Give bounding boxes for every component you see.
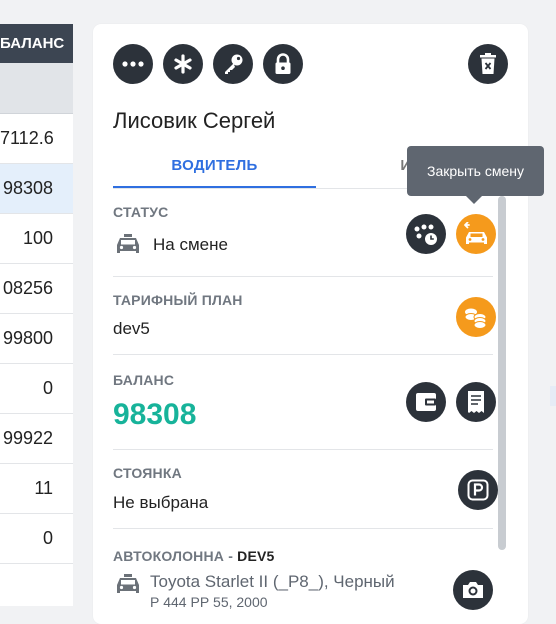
delete-driver-button[interactable] — [468, 44, 508, 84]
car-photo-button[interactable] — [453, 570, 493, 610]
more-dots-icon — [122, 61, 144, 67]
change-tariff-button[interactable] — [456, 297, 496, 337]
close-shift-tooltip: Закрыть смену — [407, 146, 544, 196]
fleet-label: АВТОКОЛОННА — [113, 548, 225, 564]
drivers-table: БАЛАНС 7112.6 98308 100 08256 99800 0 99… — [0, 24, 73, 606]
status-value: На смене — [153, 235, 228, 254]
divider — [113, 354, 493, 355]
table-row[interactable]: 7112.6 — [0, 114, 73, 164]
balance-title: БАЛАНС — [113, 372, 175, 388]
trash-icon — [480, 53, 496, 74]
table-row-selected[interactable]: 98308 — [0, 164, 73, 214]
fleet-car: Toyota Starlet II (_P8_), Черный — [150, 572, 395, 591]
table-row[interactable]: 99922 — [0, 414, 73, 464]
close-shift-button[interactable] — [456, 214, 496, 254]
tariff-value: dev5 — [113, 319, 150, 338]
car-icon — [117, 574, 139, 593]
password-button[interactable] — [213, 44, 253, 84]
asterisk-icon — [174, 54, 192, 74]
driver-name: Лисовик Сергей — [113, 108, 276, 133]
lock-icon — [275, 53, 291, 74]
balance-value: 98308 — [113, 398, 197, 431]
lock-button[interactable] — [263, 44, 303, 84]
key-icon — [225, 54, 243, 74]
receipt-button[interactable] — [456, 382, 496, 422]
parking-value: Не выбрана — [113, 493, 209, 512]
wallet-button[interactable] — [406, 382, 446, 422]
table-row[interactable]: 100 — [0, 214, 73, 264]
table-row[interactable]: 0 — [0, 364, 73, 414]
wallet-icon — [416, 393, 436, 411]
fleet-separator: - — [224, 548, 238, 564]
status-title: СТАТУС — [113, 204, 169, 220]
dots-clock-icon — [414, 224, 437, 245]
table-row[interactable]: 11 — [0, 464, 73, 514]
fleet-code: DEV5 — [237, 548, 275, 564]
asterisk-button[interactable] — [163, 44, 203, 84]
table-row[interactable]: 99800 — [0, 314, 73, 364]
column-filter-row — [0, 63, 73, 114]
parking-button[interactable] — [458, 470, 498, 510]
more-button[interactable] — [113, 44, 153, 84]
edge-marker — [550, 386, 556, 406]
tooltip-arrow — [466, 196, 482, 204]
divider — [113, 528, 493, 529]
table-row[interactable]: 08256 — [0, 264, 73, 314]
shift-history-button[interactable] — [406, 214, 446, 254]
tariff-title: ТАРИФНЫЙ ПЛАН — [113, 292, 243, 308]
parking-title: СТОЯНКА — [113, 465, 182, 481]
fleet-title: АВТОКОЛОННА - DEV5 — [113, 548, 275, 564]
tab-driver[interactable]: ВОДИТЕЛЬ — [113, 152, 316, 189]
receipt-icon — [468, 391, 484, 413]
taxi-icon — [117, 234, 139, 253]
column-header-balance[interactable]: БАЛАНС — [0, 24, 73, 63]
card-scrollbar[interactable] — [498, 196, 506, 550]
fleet-plate: Р 444 РР 55, 2000 — [150, 594, 268, 610]
car-exit-icon — [464, 222, 487, 244]
coins-icon — [464, 308, 487, 329]
table-row[interactable]: 0 — [0, 514, 73, 564]
camera-icon — [463, 582, 483, 598]
parking-icon — [467, 479, 489, 501]
divider — [113, 449, 493, 450]
divider — [113, 276, 493, 277]
driver-card: Лисовик Сергей ВОДИТЕЛЬ ИСТ СТАТУС На см… — [93, 24, 528, 624]
